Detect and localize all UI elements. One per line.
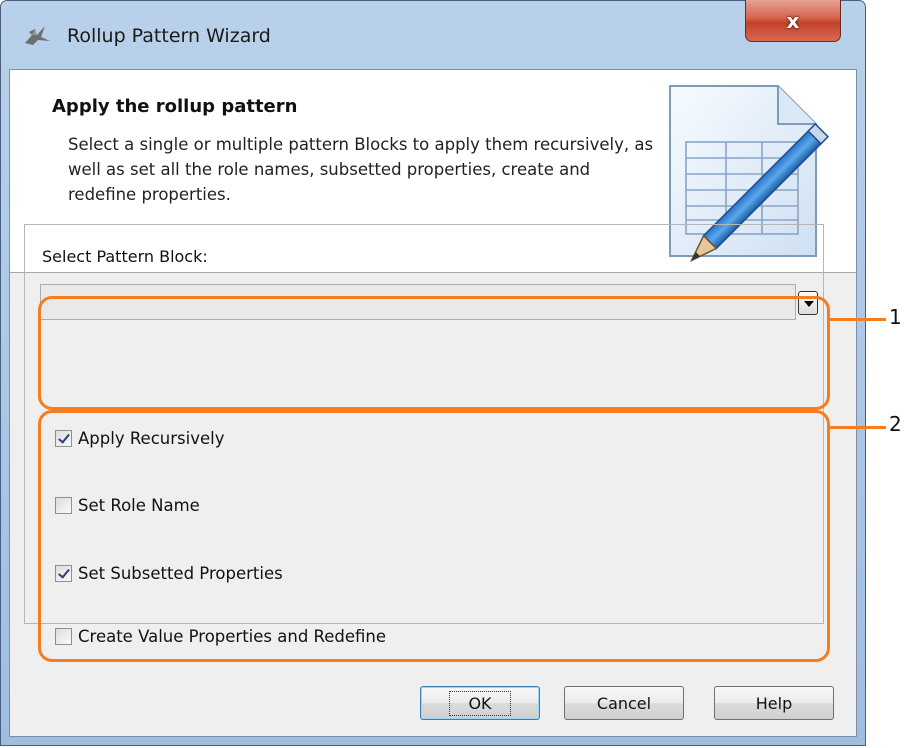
- header-description: Select a single or multiple pattern Bloc…: [68, 135, 654, 204]
- callout-highlight-2: [38, 410, 830, 662]
- pattern-block-label: Select Pattern Block:: [42, 247, 208, 266]
- help-button[interactable]: Help: [714, 686, 834, 720]
- header-title: Apply the rollup pattern: [52, 96, 298, 117]
- cancel-button[interactable]: Cancel: [564, 686, 684, 720]
- ok-button[interactable]: OK: [420, 686, 540, 720]
- title-bar[interactable]: Rollup Pattern Wizard x: [1, 0, 865, 69]
- callout-number-2: 2: [889, 412, 902, 436]
- callout-line-2: [830, 426, 886, 429]
- callout-number-1: 1: [889, 305, 902, 329]
- callout-line-1: [830, 318, 886, 321]
- close-button[interactable]: x: [745, 0, 841, 42]
- close-icon: x: [786, 8, 800, 33]
- app-icon: [25, 26, 50, 45]
- window-title: Rollup Pattern Wizard: [67, 25, 271, 47]
- ok-button-label: OK: [449, 690, 511, 716]
- callout-highlight-1: [38, 296, 830, 410]
